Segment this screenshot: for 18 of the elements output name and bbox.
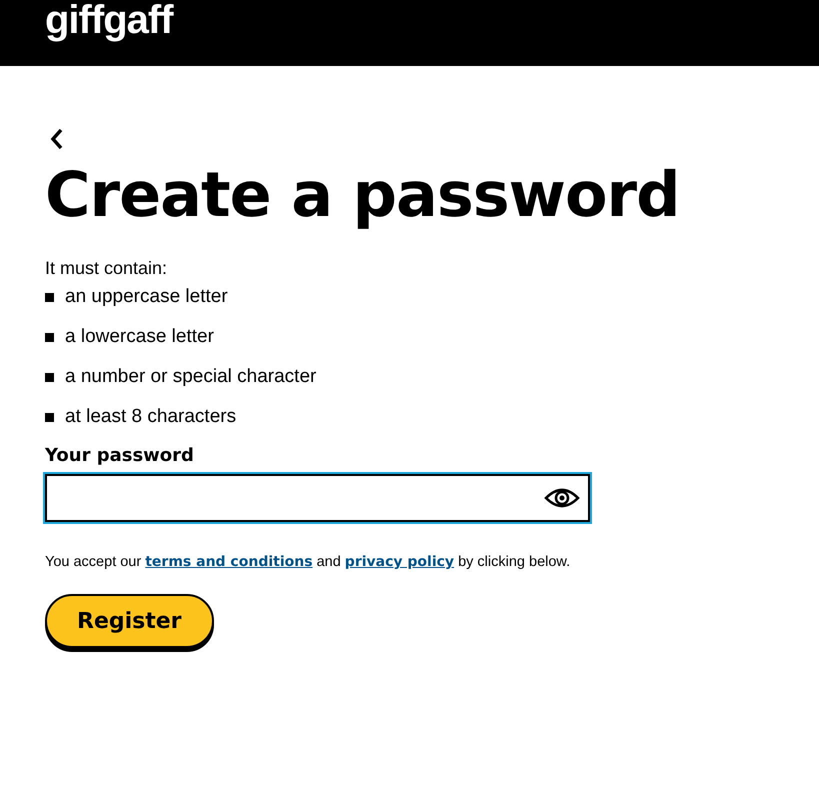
page-title: Create a password xyxy=(45,158,681,232)
terms-link[interactable]: terms and conditions xyxy=(145,554,313,570)
requirement-text: an uppercase letter xyxy=(65,286,228,308)
bullet-icon xyxy=(45,412,54,422)
bullet-icon xyxy=(45,292,54,302)
privacy-link[interactable]: privacy policy xyxy=(344,554,454,570)
bullet-icon xyxy=(45,372,54,382)
password-label: Your password xyxy=(45,445,194,466)
requirement-text: a lowercase letter xyxy=(65,326,214,348)
eye-icon[interactable] xyxy=(544,486,580,510)
requirement-text: at least 8 characters xyxy=(65,406,236,428)
chevron-left-icon xyxy=(49,126,65,150)
bullet-icon xyxy=(45,332,54,342)
requirement-text: a number or special character xyxy=(65,366,316,388)
requirements-intro: It must contain: xyxy=(45,258,168,280)
logo[interactable]: giffgaff xyxy=(45,0,173,40)
terms-text: You accept our terms and conditions and privacy policy by clicking below. xyxy=(45,554,572,570)
password-field[interactable] xyxy=(45,474,590,522)
